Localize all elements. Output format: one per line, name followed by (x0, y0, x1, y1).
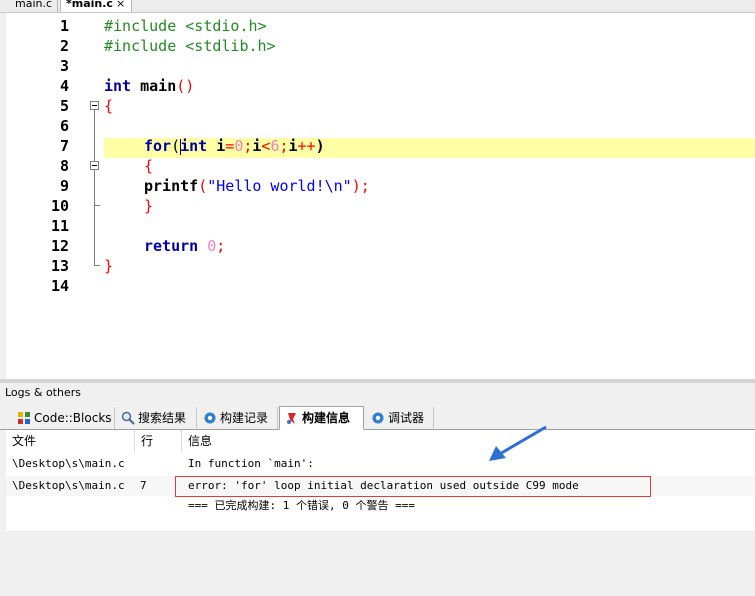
code-line-12: return 0; (144, 236, 225, 256)
line-number: 10 (50, 197, 69, 215)
close-tab-icon[interactable]: × (116, 0, 125, 10)
preprocessor-directive: #include <stdio.h> (104, 17, 267, 35)
number-literal: 0 (234, 137, 244, 155)
operator: () (176, 77, 195, 95)
cell-file: \Desktop\s\main.c (12, 479, 125, 492)
line-number: 9 (59, 177, 69, 195)
function-name: printf (144, 177, 199, 195)
tab-build-log[interactable]: 构建记录 (198, 407, 278, 429)
code-line-9: printf("Hello world!\n"); (144, 176, 370, 196)
line-number: 6 (59, 117, 69, 135)
tab-label: 构建记录 (220, 411, 269, 425)
code-line-5: { (104, 96, 113, 116)
identifier: main (131, 77, 177, 95)
keyword: return (144, 237, 199, 255)
code-line-10: } (144, 196, 153, 216)
codeblocks-icon (18, 412, 30, 424)
column-header-message[interactable]: 信息 (182, 430, 755, 452)
debugger-icon (372, 412, 384, 424)
operator: ); (351, 177, 370, 195)
file-tab-label: *main.c (66, 0, 113, 10)
code-line-4: int main() (104, 76, 194, 96)
operator: ; (279, 137, 289, 155)
code-line-8: { (144, 156, 153, 176)
operator: ( (198, 177, 208, 195)
code-line-1: #include <stdio.h> (104, 16, 267, 36)
tab-codeblocks[interactable]: Code::Blocks (12, 407, 115, 429)
line-number: 5 (59, 97, 69, 115)
identifier: i (207, 137, 226, 155)
column-header-file[interactable]: 文件 (6, 430, 135, 452)
operator: = (225, 137, 235, 155)
cell-message: In function `main': (188, 457, 314, 470)
tab-debugger[interactable]: 调试器 (366, 407, 434, 429)
brace: { (104, 97, 114, 115)
line-number: 13 (50, 257, 69, 275)
string-literal: "Hello world!\n" (207, 177, 352, 195)
code-line-7: for(int i=0;i<6;i++) (144, 136, 325, 156)
code-editor[interactable]: 1 2 3 4 5 6 7 8 9 10 11 12 13 14 #includ… (6, 13, 755, 379)
file-tab-main-c-modified[interactable]: *main.c × (60, 0, 132, 12)
file-tab-label: main.c (15, 0, 53, 10)
keyword: int (104, 77, 132, 95)
identifier: i (288, 137, 298, 155)
tab-label: 调试器 (388, 411, 425, 425)
operator: ; (216, 237, 226, 255)
fold-end-marker (94, 205, 100, 206)
magnifier-icon (121, 411, 135, 425)
line-number: 12 (50, 237, 69, 255)
tab-label: 构建信息 (302, 411, 351, 425)
table-row[interactable]: \Desktop\s\main.c In function `main': (6, 454, 755, 474)
brace: } (104, 257, 114, 275)
cell-message: === 已完成构建: 1 个错误, 0 个警告 === (188, 499, 415, 512)
line-number-gutter: 1 2 3 4 5 6 7 8 9 10 11 12 13 14 (6, 13, 79, 379)
fold-toggle-icon[interactable] (90, 101, 99, 110)
line-number: 3 (59, 57, 69, 75)
gear-icon (204, 412, 216, 424)
line-number: 1 (59, 17, 69, 35)
code-line-13: } (104, 256, 113, 276)
line-number: 4 (59, 77, 69, 95)
operator: ++ (297, 137, 316, 155)
column-header-line[interactable]: 行 (135, 430, 182, 452)
cell-file: \Desktop\s\main.c (12, 457, 125, 470)
code-text-area[interactable]: #include <stdio.h> #include <stdlib.h> i… (104, 13, 755, 379)
annotation-arrow-icon (489, 425, 547, 461)
error-highlight-box (175, 476, 651, 497)
table-row[interactable]: === 已完成构建: 1 个错误, 0 个警告 === (6, 496, 755, 516)
preprocessor-directive: #include <stdlib.h> (104, 37, 276, 55)
logs-tab-bar: Code::Blocks 搜索结果 构建记录 构建信息 调试器 (0, 405, 755, 430)
build-messages-icon (287, 413, 296, 424)
cell-line: 7 (140, 479, 147, 492)
file-tab-bar: main.c *main.c × (0, 0, 755, 13)
operator: ) (315, 137, 325, 155)
line-number: 14 (50, 277, 69, 295)
fold-end-marker (94, 265, 100, 266)
keyword: for (144, 137, 172, 155)
fold-toggle-icon[interactable] (90, 161, 99, 170)
tab-label: Code::Blocks (34, 411, 112, 425)
line-number: 2 (59, 37, 69, 55)
tab-label: 搜索结果 (138, 411, 187, 425)
fold-line (94, 110, 95, 265)
logs-panel-title: Logs & others (0, 383, 755, 403)
number-literal: 0 (198, 237, 217, 255)
line-number: 7 (59, 137, 69, 155)
brace: { (144, 157, 154, 175)
code-line-2: #include <stdlib.h> (104, 36, 276, 56)
file-tab-main-c[interactable]: main.c (10, 0, 58, 12)
line-number: 11 (50, 217, 69, 235)
keyword: int (180, 137, 208, 155)
brace: } (144, 197, 154, 215)
line-number: 8 (59, 157, 69, 175)
tab-search-results[interactable]: 搜索结果 (116, 407, 197, 429)
tab-build-messages[interactable]: 构建信息 (279, 406, 364, 430)
